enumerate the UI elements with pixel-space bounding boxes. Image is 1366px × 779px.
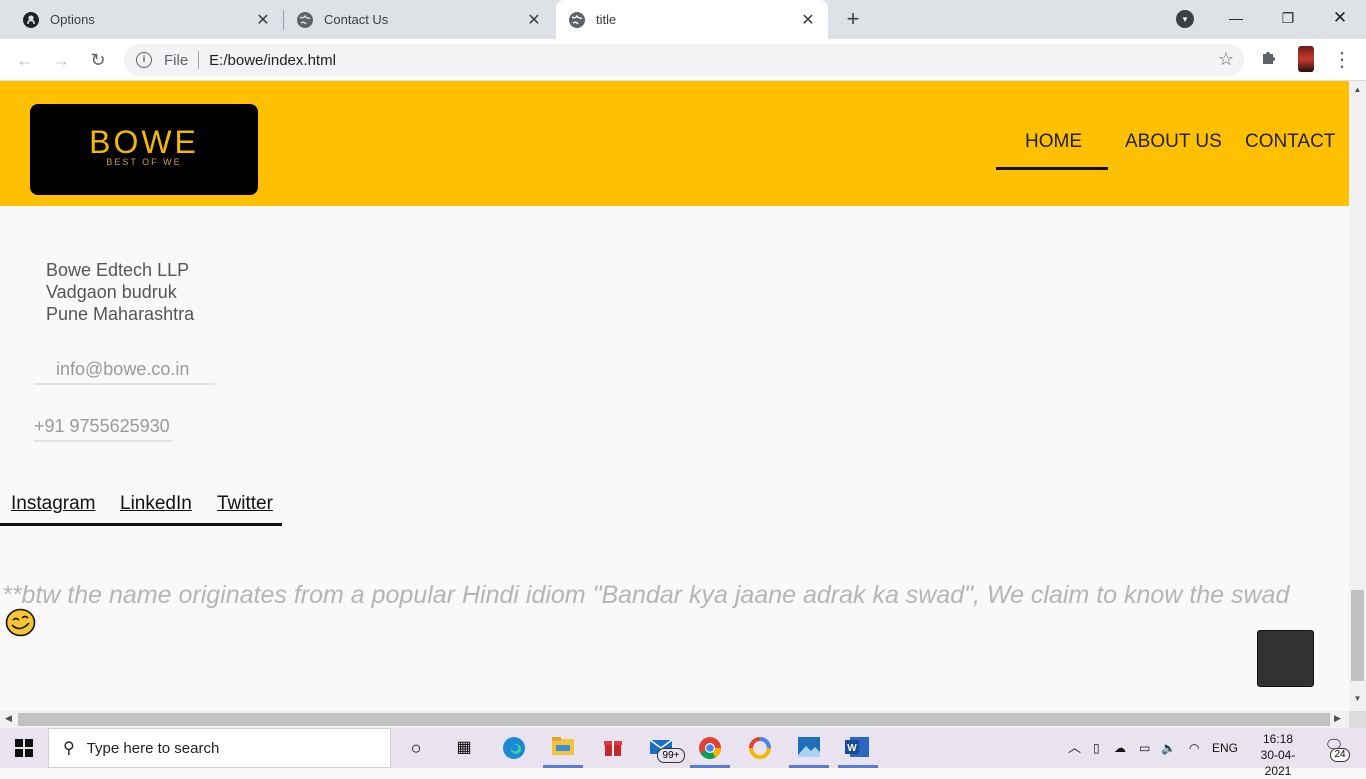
name-origin-note: **btw the name originates from a popular… [2, 581, 1290, 609]
scrollbar-thumb[interactable] [1351, 590, 1364, 681]
github-icon [22, 11, 40, 29]
taskbar-search-box[interactable]: ⚲ Type here to search [48, 728, 391, 768]
twitter-link[interactable]: Twitter [217, 493, 273, 515]
close-window-icon[interactable]: ✕ [1317, 0, 1363, 39]
bookmark-star-icon[interactable]: ☆ [1218, 49, 1234, 70]
edge-icon[interactable] [501, 736, 527, 760]
forward-arrow-icon[interactable]: → [49, 48, 73, 72]
close-icon[interactable]: ✕ [798, 10, 818, 30]
tab-search-icon[interactable]: ▾ [1176, 10, 1194, 28]
system-clock[interactable]: 16:18 30-04-2021 [1248, 731, 1308, 779]
wifi-icon[interactable]: ◠ [1189, 728, 1199, 768]
tab-label: Options [50, 12, 95, 27]
email-link[interactable]: info@bowe.co.in [34, 359, 215, 385]
language-indicator[interactable]: ENG [1212, 728, 1238, 768]
logo-tagline: BEST OF WE [106, 157, 182, 167]
cortana-icon[interactable]: ○ [403, 736, 429, 760]
tab-label: Contact Us [324, 12, 389, 27]
scroll-left-arrow-icon[interactable]: ◀ [5, 713, 12, 724]
browser-tab-strip: Options ✕ Contact Us ✕ title ✕ + ▾ — ❐ ✕ [0, 0, 1366, 39]
battery-icon[interactable]: ▭ [1139, 728, 1150, 768]
address-bar[interactable]: i File E:/bowe/index.html ☆ [124, 44, 1244, 76]
image-viewer-icon[interactable] [796, 736, 822, 760]
scroll-to-top-button[interactable] [1257, 630, 1314, 687]
back-arrow-icon[interactable]: ← [13, 48, 37, 72]
nav-about-us[interactable]: ABOUT US [1125, 131, 1222, 155]
chrome-icon[interactable] [697, 736, 723, 760]
info-icon[interactable]: i [136, 52, 152, 68]
url-text[interactable]: E:/bowe/index.html [209, 52, 336, 69]
address-line: Vadgaon budruk [46, 282, 177, 302]
tab-label: title [596, 12, 617, 27]
gift-icon[interactable] [600, 736, 626, 760]
instagram-link[interactable]: Instagram [11, 493, 95, 515]
active-nav-underline [996, 167, 1108, 170]
company-address: Bowe Edtech LLP Vadgaon budruk Pune Maha… [46, 259, 194, 325]
tab-options[interactable]: Options ✕ [0, 0, 283, 39]
notification-count-badge: 24 [1330, 748, 1350, 762]
windows-taskbar: ⚲ Type here to search ○ ▦ 99+ W ︿ ▯ ☁ ▭ … [0, 728, 1366, 778]
svg-text:W: W [847, 743, 857, 754]
minimize-icon[interactable]: — [1213, 0, 1259, 39]
scroll-down-arrow-icon[interactable]: ▼ [1349, 694, 1366, 703]
photos-icon[interactable] [747, 736, 773, 760]
horizontal-scrollbar[interactable]: ◀ ▶ [0, 711, 1349, 728]
address-line: Bowe Edtech LLP [46, 260, 190, 280]
task-view-icon[interactable]: ▦ [451, 736, 477, 760]
clock-time: 16:18 [1262, 732, 1294, 746]
search-icon: ⚲ [63, 740, 75, 757]
logo-wordmark: BOWE [89, 124, 199, 160]
windows-start-icon[interactable] [15, 739, 33, 757]
tab-title[interactable]: title ✕ [556, 0, 828, 39]
word-icon[interactable]: W [844, 736, 870, 760]
close-icon[interactable]: ✕ [253, 10, 273, 30]
globe-icon [296, 11, 314, 29]
url-separator [198, 51, 200, 69]
linkedin-link[interactable]: LinkedIn [120, 493, 192, 515]
page-viewport: BOWE BEST OF WE HOME ABOUT US CONTACT Bo… [0, 81, 1349, 711]
globe-icon [568, 11, 586, 29]
social-links: Instagram LinkedIn Twitter [0, 493, 282, 526]
close-icon[interactable]: ✕ [524, 10, 544, 30]
new-tab-button[interactable]: + [841, 7, 865, 31]
show-hidden-icons-chevron-icon[interactable]: ︿ [1068, 728, 1081, 768]
smiley-emoji-icon [5, 608, 36, 637]
url-scheme: File [164, 51, 189, 69]
scroll-right-arrow-icon[interactable]: ▶ [1334, 713, 1341, 724]
scrollbar-corner [1349, 711, 1366, 728]
onedrive-icon[interactable]: ☁ [1114, 728, 1126, 768]
scrollbar-thumb[interactable] [18, 713, 1330, 726]
menu-dots-icon[interactable]: ⋮ [1330, 48, 1354, 72]
nav-home[interactable]: HOME [1025, 131, 1082, 155]
mail-unread-badge: 99+ [657, 748, 685, 763]
bowe-logo[interactable]: BOWE BEST OF WE [30, 104, 258, 195]
scroll-up-arrow-icon[interactable]: ▲ [1349, 85, 1366, 94]
search-placeholder: Type here to search [86, 739, 220, 757]
browser-toolbar: ← → ↻ i File E:/bowe/index.html ☆ ⋮ [0, 39, 1366, 81]
reload-icon[interactable]: ↻ [86, 48, 110, 72]
address-line: Pune Maharashtra [46, 304, 195, 324]
site-header: BOWE BEST OF WE HOME ABOUT US CONTACT [0, 81, 1349, 206]
phone-link[interactable]: +91 9755625930 [34, 416, 172, 442]
vertical-scrollbar[interactable]: ▲ ▼ [1349, 81, 1366, 711]
profile-avatar[interactable] [1298, 46, 1314, 72]
file-explorer-icon[interactable] [550, 736, 576, 760]
restore-icon[interactable]: ❐ [1265, 0, 1311, 39]
nav-contact[interactable]: CONTACT [1245, 131, 1335, 155]
tablet-icon[interactable]: ▯ [1093, 728, 1100, 768]
clock-date: 30-04-2021 [1260, 748, 1296, 778]
extensions-puzzle-icon[interactable] [1257, 48, 1281, 72]
volume-icon[interactable]: 🔈 [1161, 728, 1176, 768]
tab-contact-us[interactable]: Contact Us ✕ [284, 0, 554, 39]
